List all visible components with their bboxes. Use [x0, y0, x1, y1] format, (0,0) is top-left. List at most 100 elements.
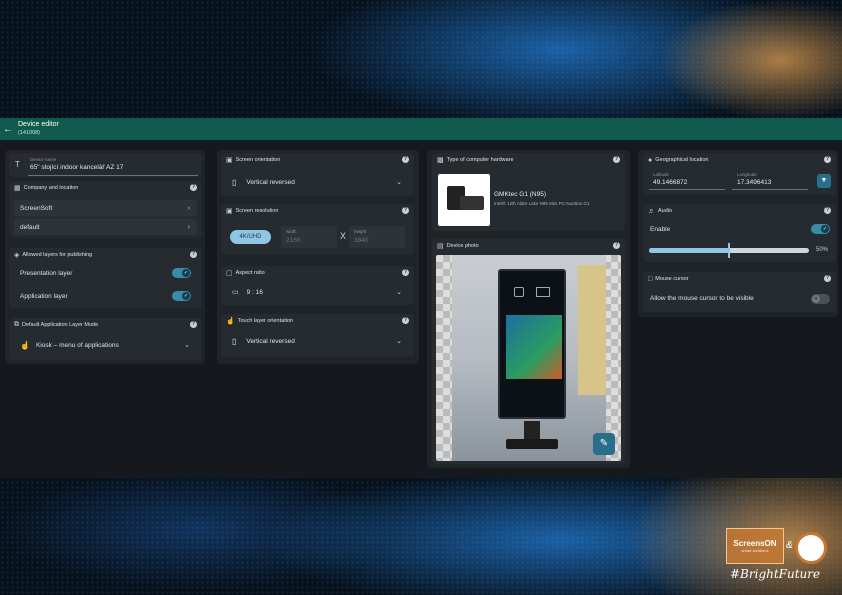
- location-pin-icon: ▼: [820, 177, 828, 184]
- volume-slider[interactable]: [649, 243, 809, 258]
- resolution-preset-chip[interactable]: 4K/UHD: [230, 230, 271, 244]
- volume-icon: ♬: [648, 207, 655, 215]
- touch-select[interactable]: ▯ Vertical reversed ⌄: [226, 333, 409, 349]
- presentation-layer-toggle[interactable]: ✓: [172, 268, 191, 278]
- aspect-value: 9 : 16: [246, 288, 263, 296]
- photo-title: Device photo: [446, 243, 479, 249]
- help-icon[interactable]: ?: [613, 156, 620, 163]
- orientation-select[interactable]: ▯ Vertical reversed ⌄: [226, 174, 409, 190]
- mouse-card: □ Mouse cursor ? Allow the mouse cursor t…: [643, 272, 836, 312]
- chevron-down-icon: ⌄: [396, 289, 402, 296]
- device-name-card: T Device name 65" stojící indoor kancelá…: [9, 153, 202, 177]
- partner-logo-icon: [795, 532, 827, 564]
- hardware-title: Type of computer hardware: [446, 157, 514, 163]
- location-pin-icon: ●: [648, 156, 653, 164]
- input-underline: [732, 189, 808, 190]
- application-layer-toggle[interactable]: ✓: [172, 291, 191, 301]
- orientation-title: Screen orientation: [235, 157, 281, 163]
- resolution-card: ▣ Screen resolution ? 4K/UHD width 2160 X…: [221, 204, 414, 255]
- aspect-card: ▢ Aspect ratio ? ▭ 9 : 16 ⌄: [221, 266, 414, 305]
- app-mode-select[interactable]: ☝ Kiosk – menu of applications ⌄: [14, 337, 197, 353]
- brand-logo: ScreensON smart solutions: [726, 528, 784, 564]
- device-name-input[interactable]: 65" stojící indoor kancelář AZ 17: [30, 164, 123, 171]
- height-label: height: [354, 229, 367, 234]
- app-mode-card: ⧉ Default Application Layer Mode ? ☝ Kiosk…: [9, 318, 202, 360]
- help-icon[interactable]: ?: [402, 269, 409, 276]
- help-icon[interactable]: ?: [402, 156, 409, 163]
- hardware-card: ▩ Type of computer hardware ? GMKtec G1 (…: [432, 153, 625, 231]
- pencil-icon: ✎: [599, 438, 609, 449]
- input-underline: [28, 175, 198, 176]
- device-id: (141008): [18, 130, 41, 136]
- presentation-layer-label: Presentation layer: [20, 269, 73, 277]
- app-mode-value: Kiosk – menu of applications: [35, 341, 119, 349]
- help-icon[interactable]: ?: [402, 207, 409, 214]
- device-photo: ✎: [436, 255, 621, 461]
- width-value: 2160: [286, 237, 301, 244]
- device-editor-window: ← Device editor (141008) T Device name 6…: [0, 118, 842, 478]
- presentation-layer-row: Presentation layer ✓: [14, 265, 197, 281]
- audio-enable-toggle[interactable]: ✓: [811, 224, 830, 234]
- computer-icon: ▩: [437, 157, 444, 164]
- mouse-allow-label: Allow the mouse cursor to be visible: [650, 295, 754, 302]
- open-in-new-icon: ⧉: [14, 321, 19, 328]
- brand-sub: smart solutions: [741, 548, 769, 553]
- help-icon[interactable]: ?: [824, 156, 831, 163]
- longitude-input[interactable]: 17.3496413: [737, 179, 771, 186]
- location-value: default: [20, 223, 40, 231]
- hardware-desc: Intel® 12th Alder Lake N95 Mini PC-NucBo…: [494, 201, 590, 206]
- mouse-title: Mouse cursor: [655, 276, 689, 282]
- phone-icon: ▯: [232, 177, 237, 187]
- close-icon: ✕: [812, 295, 820, 303]
- screen-icon: ▣: [226, 157, 233, 164]
- height-field[interactable]: height 3840: [349, 226, 405, 248]
- screen-icon: ▣: [226, 208, 233, 215]
- chevron-down-icon: ⌄: [184, 342, 190, 349]
- chevron-right-icon: ›: [187, 204, 190, 212]
- application-layer-label: Application layer: [20, 292, 68, 300]
- top-bar: ← Device editor (141008): [0, 118, 842, 140]
- company-value: ScreenSoft: [20, 204, 53, 212]
- company-select[interactable]: ScreenSoft ›: [14, 200, 197, 216]
- help-icon[interactable]: ?: [613, 242, 620, 249]
- touch-icon: ☝: [20, 340, 30, 350]
- longitude-label: Longitude: [737, 172, 757, 177]
- edit-photo-button[interactable]: ✎: [593, 433, 615, 455]
- app-mode-title: Default Application Layer Mode: [22, 322, 99, 328]
- geo-title: Geographical location: [655, 157, 709, 163]
- latitude-label: Latitude: [653, 172, 670, 177]
- volume-thumb[interactable]: [728, 243, 730, 258]
- photo-card: ▤ Device photo ? ✎: [432, 239, 625, 464]
- aspect-title: Aspect ratio: [235, 270, 265, 276]
- text-icon: T: [15, 160, 20, 169]
- touch-title: Touch layer orientation: [237, 318, 294, 324]
- arrow-left-icon[interactable]: ←: [3, 124, 15, 135]
- store-icon: ▦: [14, 185, 21, 192]
- latitude-input[interactable]: 49.1466872: [653, 179, 687, 186]
- help-icon[interactable]: ?: [824, 207, 831, 214]
- volume-value: 50%: [815, 247, 828, 253]
- help-icon[interactable]: ?: [190, 251, 197, 258]
- aspect-select[interactable]: ▭ 9 : 16 ⌄: [226, 284, 409, 300]
- width-field[interactable]: width 2160: [281, 226, 337, 248]
- help-icon[interactable]: ?: [190, 184, 197, 191]
- help-icon[interactable]: ?: [190, 321, 197, 328]
- map-pin-button[interactable]: ▼: [817, 174, 831, 188]
- input-underline: [649, 189, 725, 190]
- image-icon: ▤: [437, 243, 444, 250]
- chevron-down-icon: ⌄: [396, 338, 402, 345]
- layers-icon: ◈: [14, 252, 20, 259]
- audio-card: ♬ Audio ? Enable ✓ 50%: [643, 204, 836, 262]
- help-icon[interactable]: ?: [402, 317, 409, 324]
- audio-title: Audio: [658, 208, 673, 214]
- touch-card: ☝ Touch layer orientation ? ▯ Vertical rev…: [221, 314, 414, 357]
- layers-title: Allowed layers for publishing: [22, 252, 93, 258]
- aspect-ratio-icon: ▢: [226, 270, 233, 277]
- help-icon[interactable]: ?: [824, 275, 831, 282]
- times-label: X: [340, 231, 347, 241]
- mouse-cursor-toggle[interactable]: ✕: [811, 294, 830, 304]
- location-select[interactable]: default ›: [14, 219, 197, 235]
- orientation-card: ▣ Screen orientation ? ▯ Vertical reversed…: [221, 153, 414, 196]
- check-icon: ✓: [182, 292, 190, 300]
- audio-enable-label: Enable: [650, 226, 671, 233]
